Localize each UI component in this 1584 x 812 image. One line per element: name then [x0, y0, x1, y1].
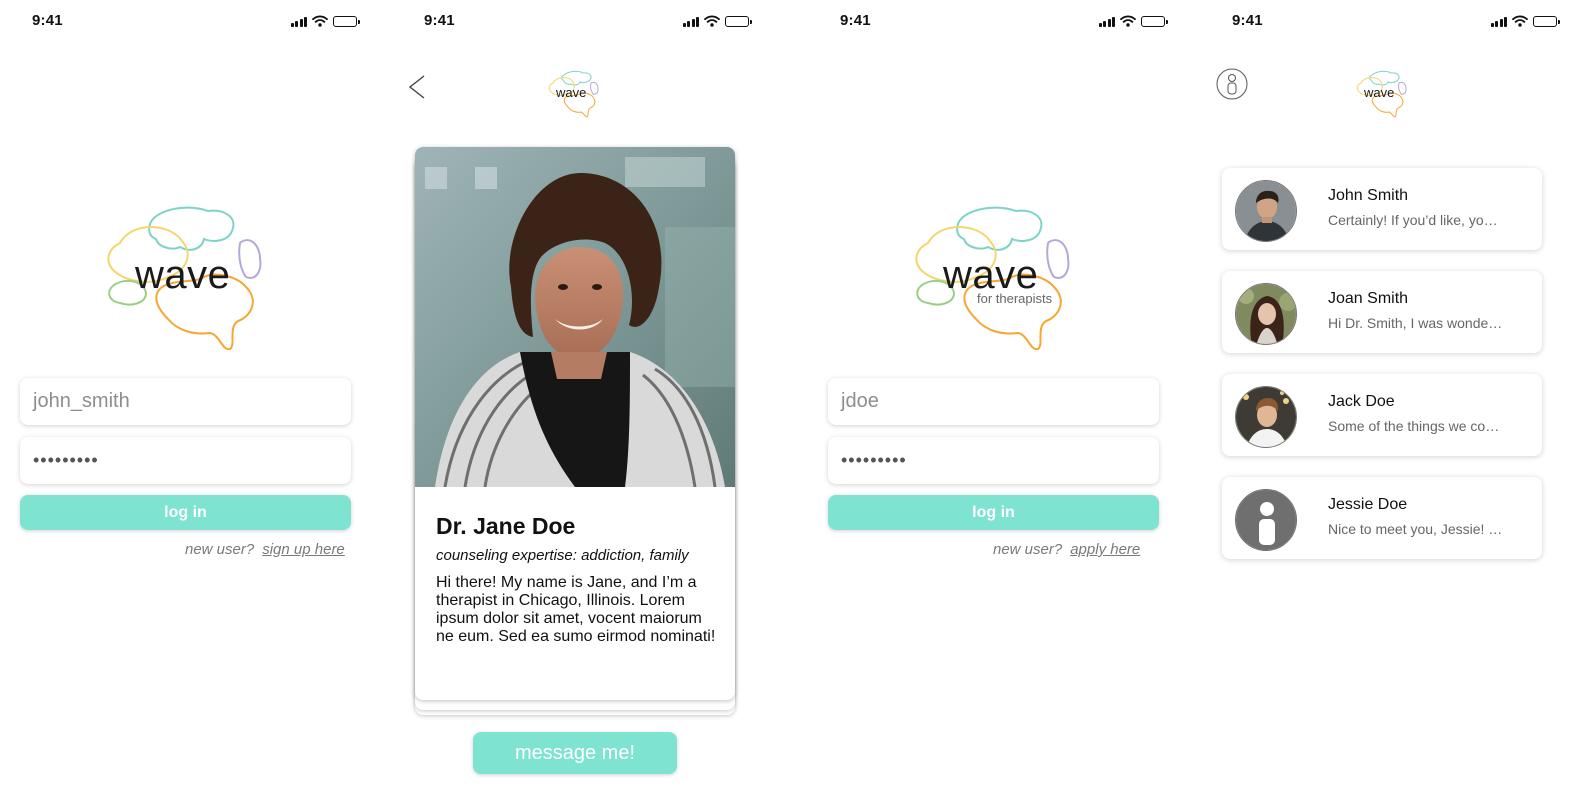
wifi-icon	[1512, 15, 1528, 27]
login-button[interactable]: log in	[828, 495, 1159, 530]
wifi-icon	[312, 15, 328, 27]
avatar-placeholder	[1235, 489, 1297, 551]
avatar	[1235, 180, 1297, 242]
sign-up-link[interactable]: sign up here	[262, 541, 345, 558]
conversation-preview: Hi Dr. Smith, I was wondering if we coul…	[1328, 315, 1504, 331]
logo-wordmark: wave	[1364, 85, 1395, 100]
conversation-name: Joan Smith	[1328, 290, 1409, 307]
conversation-preview: Some of the things we could talk about	[1328, 418, 1504, 434]
username-field[interactable]: jdoe	[828, 378, 1159, 425]
status-time: 9:41	[840, 12, 871, 29]
status-icons	[290, 15, 360, 27]
message-button[interactable]: message me!	[473, 732, 677, 774]
username-field[interactable]: john_smith	[20, 378, 351, 425]
cellular-signal-icon	[682, 16, 699, 27]
conversation-item[interactable]: John Smith Certainly! If you’d like, you…	[1222, 168, 1542, 250]
logo-subtitle: for therapists	[977, 291, 1053, 306]
chevron-left-icon[interactable]	[406, 74, 430, 100]
wave-logo: wave	[1355, 70, 1411, 120]
battery-icon	[333, 15, 360, 27]
wave-logo: wave	[100, 205, 280, 355]
new-user-label: new user?	[993, 541, 1063, 558]
status-bar: 9:41	[808, 0, 1183, 44]
username-value: jdoe	[841, 390, 879, 412]
conversation-preview: Nice to meet you, Jessie! How are you	[1328, 521, 1504, 537]
wifi-icon	[1120, 15, 1136, 27]
wave-logo: wave	[547, 70, 603, 120]
therapist-card[interactable]: Dr. Jane Doe counseling expertise: addic…	[415, 147, 735, 700]
cellular-signal-icon	[1098, 16, 1115, 27]
conversation-item[interactable]: Joan Smith Hi Dr. Smith, I was wondering…	[1222, 271, 1542, 353]
therapist-expertise: counseling expertise: addiction, family	[436, 547, 689, 564]
cellular-signal-icon	[290, 16, 307, 27]
new-user-label: new user?	[185, 541, 255, 558]
therapist-profile-screen: 9:41 wave Dr. Jane Doe counseling expert…	[392, 0, 767, 812]
battery-icon	[1533, 15, 1560, 27]
conversation-name: John Smith	[1328, 187, 1409, 204]
cellular-signal-icon	[1490, 16, 1507, 27]
password-value: •••••••••	[33, 450, 99, 470]
username-value: john_smith	[33, 390, 130, 412]
status-time: 9:41	[1232, 12, 1263, 29]
user-login-screen: 9:41 wave john_smith ••••••••• log in ne…	[0, 0, 375, 812]
new-user-row: new user? sign up here	[185, 541, 345, 558]
status-icons	[1490, 15, 1560, 27]
status-time: 9:41	[424, 12, 455, 29]
therapist-login-screen: 9:41 wave for therapists jdoe ••••••••• …	[808, 0, 1183, 812]
battery-icon	[725, 15, 752, 27]
password-value: •••••••••	[841, 450, 907, 470]
login-button[interactable]: log in	[20, 495, 351, 530]
logo-wordmark: wave	[135, 253, 231, 297]
avatar	[1235, 386, 1297, 448]
status-icons	[1098, 15, 1168, 27]
wifi-icon	[704, 15, 720, 27]
therapist-photo	[415, 147, 735, 487]
avatar	[1235, 283, 1297, 345]
conversation-name: Jessie Doe	[1328, 496, 1408, 513]
status-time: 9:41	[32, 12, 63, 29]
conversation-preview: Certainly! If you’d like, you can tell m…	[1328, 212, 1504, 228]
user-profile-icon[interactable]	[1216, 68, 1248, 100]
conversation-item[interactable]: Jack Doe Some of the things we could tal…	[1222, 374, 1542, 456]
wave-logo: wave for therapists	[908, 205, 1088, 355]
password-field[interactable]: •••••••••	[828, 437, 1159, 484]
status-icons	[682, 15, 752, 27]
status-bar: 9:41	[392, 0, 767, 44]
status-bar: 9:41	[0, 0, 375, 44]
conversation-name: Jack Doe	[1328, 393, 1395, 410]
new-user-row: new user? apply here	[993, 541, 1140, 558]
battery-icon	[1141, 15, 1168, 27]
logo-wordmark: wave	[556, 85, 587, 100]
apply-link[interactable]: apply here	[1070, 541, 1140, 558]
therapist-bio: Hi there! My name is Jane, and I’m a the…	[436, 574, 716, 645]
conversations-screen: 9:41 wave John Smith Certainly! If you’d…	[1200, 0, 1575, 812]
conversation-item[interactable]: Jessie Doe Nice to meet you, Jessie! How…	[1222, 477, 1542, 559]
therapist-name: Dr. Jane Doe	[436, 513, 576, 539]
status-bar: 9:41	[1200, 0, 1575, 44]
password-field[interactable]: •••••••••	[20, 437, 351, 484]
